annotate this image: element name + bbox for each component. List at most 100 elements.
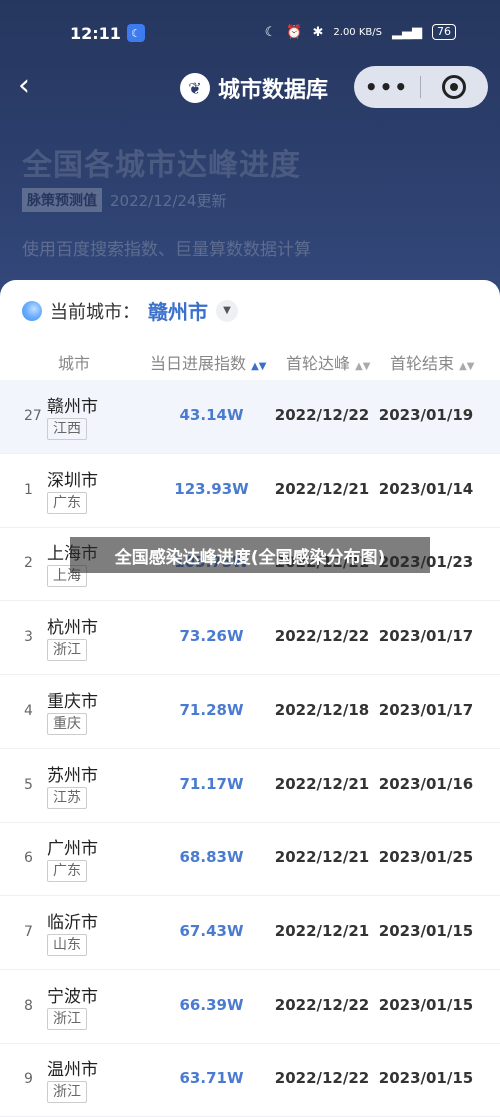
more-icon[interactable]: •••	[354, 75, 420, 99]
signal-icon: ▂▄▆	[392, 24, 422, 40]
row-end-date: 2023/01/14	[378, 479, 474, 498]
city-selector-label: 当前城市：	[50, 301, 140, 323]
table-header: 城市 当日进展指数 ▲▼ 首轮达峰 ▲▼ 首轮结束 ▲▼	[22, 340, 480, 380]
table-row[interactable]: 1 深圳市 广东 123.93W 2022/12/21 2023/01/14	[0, 454, 500, 528]
table-row[interactable]: 6 广州市 广东 68.83W 2022/12/21 2023/01/25	[0, 822, 500, 897]
row-rank: 5	[24, 776, 33, 793]
row-rank: 27	[24, 408, 42, 424]
row-rank: 4	[24, 702, 33, 719]
row-city: 广州市	[47, 839, 98, 860]
row-city: 深圳市	[47, 470, 98, 491]
do-not-disturb-icon: ☾	[264, 24, 277, 40]
row-end-date: 2023/01/15	[378, 1069, 474, 1088]
row-province: 浙江	[47, 1081, 87, 1104]
row-rank: 8	[24, 997, 33, 1014]
row-peak-date: 2022/12/18	[274, 700, 370, 719]
app-logo-icon: ❦	[180, 73, 210, 103]
moon-icon: ☾	[127, 24, 145, 42]
city-selector[interactable]: 当前城市： 赣州市 ▼	[22, 296, 238, 325]
col-index-label: 当日进展指数	[150, 354, 247, 373]
sort-icon[interactable]: ▲▼	[251, 361, 266, 372]
row-rank: 1	[24, 481, 33, 498]
row-rank: 9	[24, 1071, 33, 1088]
status-time: 12:11	[70, 24, 121, 43]
row-peak-date: 2022/12/21	[274, 848, 370, 867]
row-city: 苏州市	[47, 765, 98, 786]
row-city: 临沂市	[47, 912, 98, 933]
row-peak-date: 2022/12/22	[274, 627, 370, 646]
table-row[interactable]: 4 重庆市 重庆 71.28W 2022/12/18 2023/01/17	[0, 675, 500, 749]
prediction-badge: 脉策预测值	[22, 188, 102, 212]
row-rank: 7	[24, 923, 33, 940]
row-peak-date: 2022/12/21	[274, 774, 370, 793]
col-end-label: 首轮结束	[390, 354, 455, 373]
table-row[interactable]: 3 杭州市 浙江 73.26W 2022/12/22 2023/01/17	[0, 601, 500, 676]
row-rank: 3	[24, 629, 33, 646]
data-card: 当前城市： 赣州市 ▼ 城市 当日进展指数 ▲▼ 首轮达峰 ▲▼ 首轮结束 ▲▼…	[0, 280, 500, 1117]
row-index: 68.83W	[179, 848, 244, 867]
col-end[interactable]: 首轮结束 ▲▼	[390, 350, 475, 374]
row-province: 广东	[47, 860, 87, 883]
row-end-date: 2023/01/16	[378, 774, 474, 793]
row-city: 重庆市	[47, 691, 98, 712]
row-city: 杭州市	[47, 618, 98, 639]
header: 12:11 ☾ ☾ ⏰ ✱ 2.00 KB/S ▂▄▆ 76 ‹ ❦ 城市数据库…	[0, 0, 500, 300]
nav-title-text: 城市数据库	[218, 78, 329, 103]
table-row[interactable]: 5 苏州市 江苏 71.17W 2022/12/21 2023/01/16	[0, 749, 500, 823]
row-index: 63.71W	[179, 1069, 244, 1088]
row-province: 江苏	[47, 786, 87, 809]
net-speed: 2.00 KB/S	[333, 26, 382, 38]
row-index: 71.17W	[179, 774, 244, 793]
sort-icon[interactable]: ▲▼	[459, 361, 474, 372]
row-end-date: 2023/01/15	[378, 921, 474, 940]
row-rank: 2	[24, 555, 33, 572]
table-row[interactable]: 9 温州市 浙江 63.71W 2022/12/22 2023/01/15	[0, 1043, 500, 1117]
system-icons: ☾ ⏰ ✱ 2.00 KB/S ▂▄▆ 76	[265, 24, 456, 40]
current-city[interactable]: 赣州市	[148, 296, 208, 325]
bluetooth-icon: ✱	[312, 24, 324, 40]
row-peak-date: 2022/12/21	[274, 479, 370, 498]
update-date: 2022/12/24更新	[110, 191, 227, 210]
table-row[interactable]: 7 临沂市 山东 67.43W 2022/12/21 2023/01/15	[0, 896, 500, 970]
battery-level: 76	[432, 24, 456, 40]
row-rank: 6	[24, 850, 33, 867]
nav-title: ❦ 城市数据库	[180, 72, 328, 104]
row-city: 宁波市	[47, 986, 98, 1007]
row-index: 73.26W	[179, 627, 244, 646]
data-source-note: 使用百度搜索指数、巨量算数数据计算	[22, 240, 311, 260]
row-province: 江西	[47, 418, 87, 440]
nav-bar: ‹ ❦ 城市数据库 •••	[0, 62, 500, 116]
chevron-down-icon[interactable]: ▼	[216, 299, 238, 322]
table-row[interactable]: 27 赣州市 江西 43.14W 2022/12/22 2023/01/19	[0, 380, 500, 454]
row-province: 重庆	[47, 712, 87, 735]
page-title: 全国各城市达峰进度	[22, 148, 301, 183]
row-end-date: 2023/01/19	[378, 406, 474, 424]
row-province: 浙江	[47, 639, 87, 662]
image-caption-overlay: 全国感染达峰进度(全国感染分布图)	[70, 537, 430, 573]
row-end-date: 2023/01/17	[378, 627, 474, 646]
back-icon[interactable]: ‹	[18, 68, 30, 103]
sort-icon[interactable]: ▲▼	[355, 361, 370, 372]
row-index: 71.28W	[179, 700, 244, 719]
row-index: 67.43W	[179, 921, 244, 940]
location-icon	[22, 300, 42, 321]
table-row[interactable]: 8 宁波市 浙江 66.39W 2022/12/22 2023/01/15	[0, 970, 500, 1044]
row-city: 赣州市	[47, 397, 98, 417]
row-province: 浙江	[47, 1007, 87, 1030]
row-province: 山东	[47, 933, 87, 956]
alarm-icon: ⏰	[286, 24, 303, 40]
col-peak[interactable]: 首轮达峰 ▲▼	[286, 350, 371, 374]
row-city: 温州市	[47, 1060, 98, 1081]
row-index: 43.14W	[179, 406, 244, 424]
col-index[interactable]: 当日进展指数 ▲▼	[150, 350, 267, 374]
col-city: 城市	[58, 354, 91, 373]
row-end-date: 2023/01/15	[378, 995, 474, 1014]
row-peak-date: 2022/12/21	[274, 921, 370, 940]
row-index: 123.93W	[174, 479, 249, 498]
row-peak-date: 2022/12/22	[274, 995, 370, 1014]
row-peak-date: 2022/12/22	[274, 406, 370, 424]
row-province: 广东	[47, 491, 87, 514]
close-mini-program-icon[interactable]	[421, 75, 487, 99]
status-bar: 12:11 ☾ ☾ ⏰ ✱ 2.00 KB/S ▂▄▆ 76	[0, 20, 500, 48]
row-end-date: 2023/01/17	[378, 700, 474, 719]
